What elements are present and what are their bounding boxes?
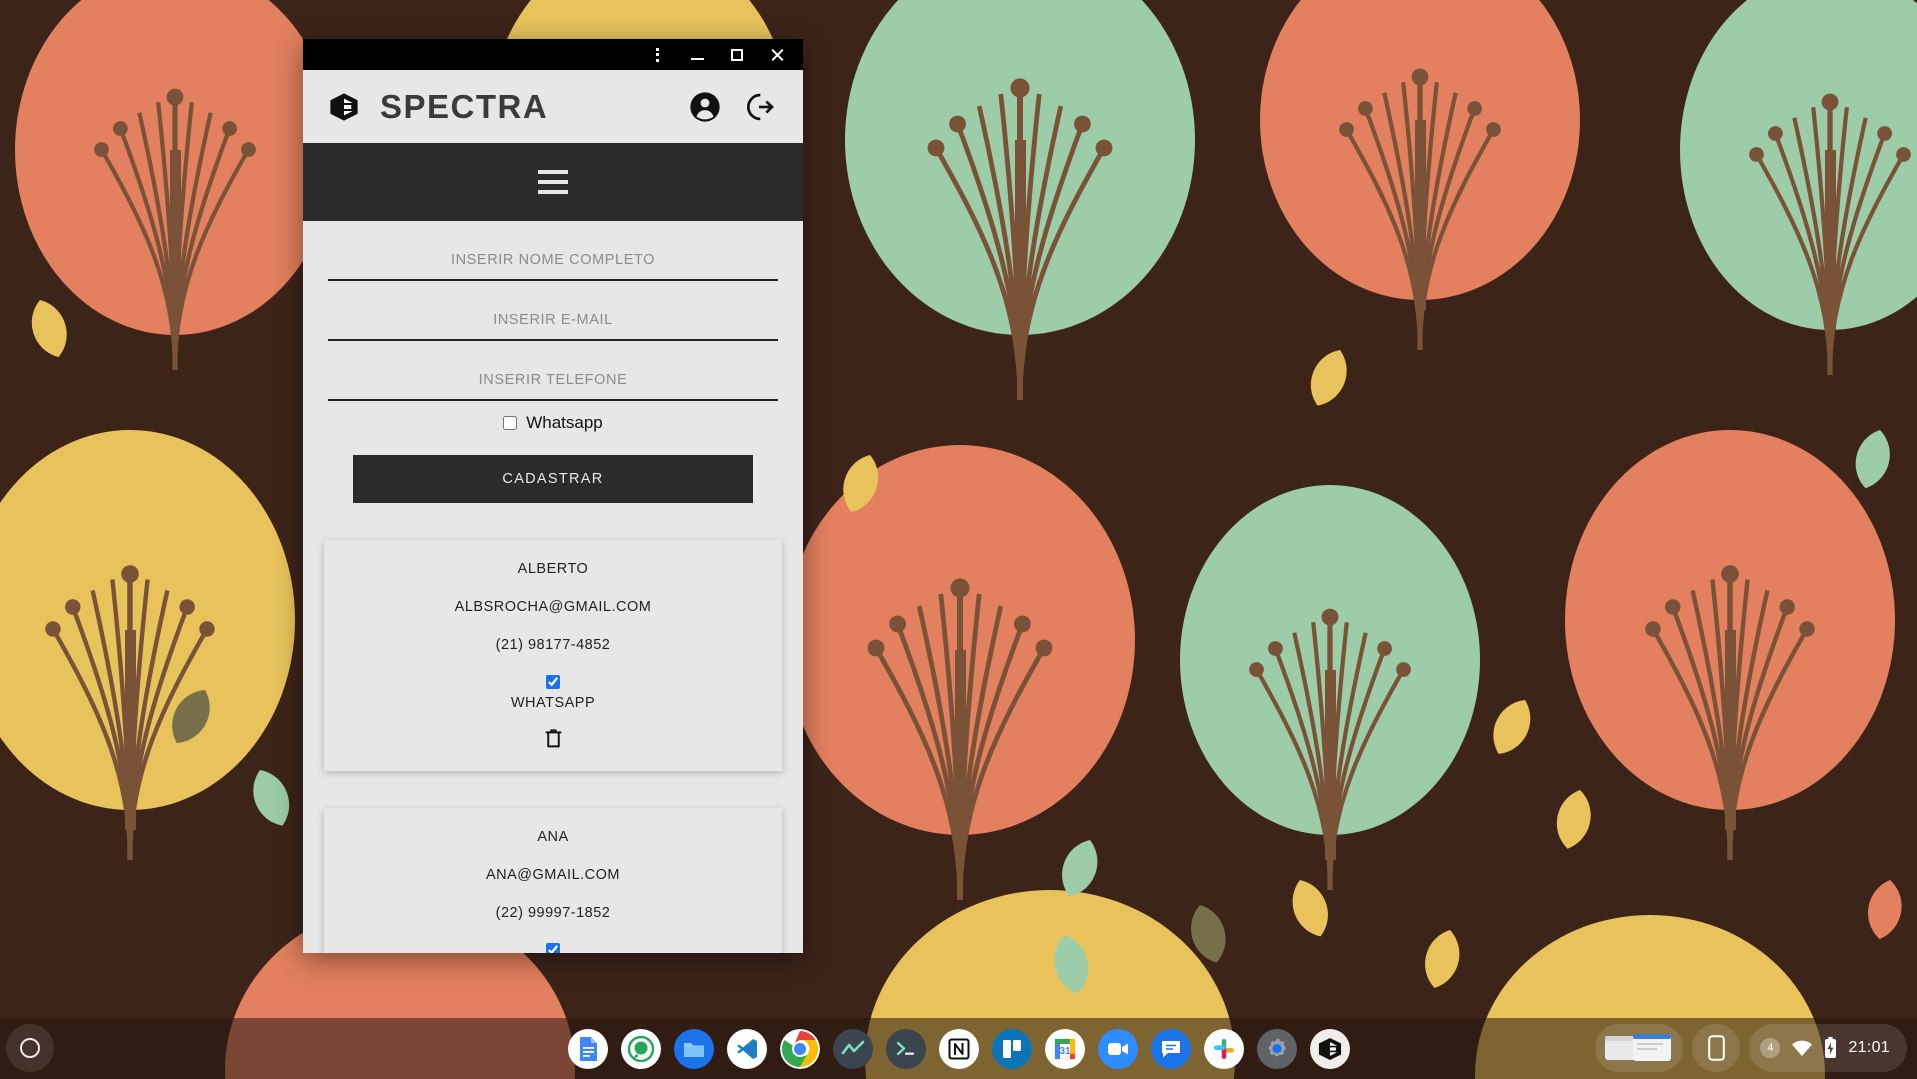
system-tray: 4 21:01	[1595, 1024, 1907, 1072]
maximize-icon	[731, 48, 743, 61]
trash-icon	[545, 729, 561, 748]
nome-input[interactable]	[328, 247, 778, 281]
taskbar-item-green-circle-app[interactable]	[620, 1028, 661, 1069]
field-nome	[328, 247, 778, 281]
contact-whatsapp-checkbox[interactable]	[546, 675, 560, 689]
contact-name: ALBERTO	[517, 561, 589, 577]
page-title: SPECTRA	[380, 87, 549, 125]
taskbar-item-chrome[interactable]	[779, 1028, 820, 1069]
notification-count-badge: 4	[1760, 1038, 1781, 1058]
hexagon-logo-icon	[1318, 1037, 1341, 1060]
window-menu-button[interactable]	[637, 39, 677, 70]
status-tray-button[interactable]: 4 21:01	[1749, 1024, 1907, 1072]
registration-form: Whatsapp CADASTRAR	[303, 221, 803, 503]
taskbar-item-analytics[interactable]	[832, 1028, 873, 1069]
green-circle-app-icon	[627, 1035, 654, 1062]
battery-charging-icon	[1825, 1037, 1837, 1058]
svg-text:31: 31	[1059, 1046, 1071, 1057]
kebab-menu-icon	[655, 47, 659, 62]
taskbar-item-spectra[interactable]	[1309, 1028, 1350, 1069]
launcher-circle-icon	[20, 1038, 40, 1058]
contact-whatsapp-checkbox[interactable]	[546, 943, 560, 953]
spectra-app-window: SPECTRA INSERIR NOME COMPLETO INSERIR E-…	[303, 39, 803, 953]
taskbar-item-settings[interactable]	[1256, 1028, 1297, 1069]
desktop-wallpaper	[0, 0, 1917, 1079]
taskbar-item-trello[interactable]	[991, 1028, 1032, 1069]
app-header: SPECTRA	[303, 70, 803, 143]
account-circle-icon[interactable]	[689, 91, 721, 123]
field-email	[328, 307, 778, 341]
chrome-icon	[779, 1028, 820, 1069]
contact-email: ALBSROCHA@GMAIL.COM	[454, 599, 652, 615]
analytics-chart-icon	[841, 1040, 864, 1054]
taskbar-item-vs-code[interactable]	[726, 1028, 767, 1069]
vs-code-icon	[736, 1038, 757, 1059]
email-input[interactable]	[328, 307, 778, 341]
minimize-icon	[690, 57, 704, 60]
contact-name: ANA	[537, 829, 569, 845]
contact-whatsapp-label: WHATSAPP	[510, 695, 596, 711]
contact-card: ANA ANA@GMAIL.COM (22) 99997-1852 WHATSA…	[324, 808, 782, 953]
taskbar-item-zoom[interactable]	[1097, 1028, 1138, 1069]
window-titlebar	[303, 39, 803, 70]
wifi-icon	[1792, 1040, 1813, 1056]
taskbar-item-google-docs[interactable]	[567, 1028, 608, 1069]
window-maximize-button[interactable]	[717, 39, 757, 70]
cadastrar-button[interactable]: CADASTRAR	[353, 455, 753, 503]
clock: 21:01	[1848, 1039, 1890, 1056]
taskbar-app-list: 31	[567, 1028, 1350, 1069]
window-previews-icon	[1605, 1034, 1672, 1061]
hexagon-logo-icon	[330, 92, 358, 121]
brand[interactable]: SPECTRA	[328, 88, 667, 126]
whatsapp-check-row: Whatsapp	[328, 413, 778, 433]
taskbar-item-terminal[interactable]	[885, 1028, 926, 1069]
hamburger-menu-icon[interactable]	[538, 170, 568, 194]
files-icon	[683, 1042, 704, 1057]
phone-hub-icon	[1708, 1035, 1725, 1061]
contact-phone: (22) 99997-1852	[495, 905, 611, 921]
taskbar-item-messages[interactable]	[1150, 1028, 1191, 1069]
whatsapp-checkbox-label[interactable]: Whatsapp	[526, 413, 603, 433]
zoom-video-icon	[1107, 1042, 1128, 1055]
gear-icon	[1268, 1038, 1286, 1056]
taskbar-item-notion[interactable]	[938, 1028, 979, 1069]
google-calendar-icon: 31	[1054, 1038, 1075, 1059]
contact-whatsapp: WHATSAPP	[324, 943, 782, 953]
field-telefone	[328, 367, 778, 401]
launcher-button[interactable]	[6, 1024, 54, 1072]
google-docs-icon	[579, 1036, 597, 1061]
logout-icon[interactable]	[743, 91, 775, 123]
contact-email: ANA@GMAIL.COM	[485, 867, 620, 883]
wallpaper-art	[0, 0, 1917, 1079]
contact-whatsapp: WHATSAPP	[324, 675, 782, 711]
contacts-list: ALBERTO ALBSROCHA@GMAIL.COM (21) 98177-4…	[303, 540, 803, 953]
window-close-button[interactable]	[757, 39, 797, 70]
messages-icon	[1161, 1040, 1180, 1057]
app-page: SPECTRA INSERIR NOME COMPLETO INSERIR E-…	[303, 70, 803, 953]
nav-menu-bar[interactable]	[303, 143, 803, 221]
window-previews-button[interactable]	[1595, 1024, 1684, 1072]
taskbar-item-slack[interactable]	[1203, 1028, 1244, 1069]
window-minimize-button[interactable]	[677, 39, 717, 70]
phone-hub-button[interactable]	[1692, 1024, 1741, 1072]
taskbar-shelf: 31 4 21:01	[0, 1018, 1917, 1079]
taskbar-item-files[interactable]	[673, 1028, 714, 1069]
contact-phone: (21) 98177-4852	[495, 637, 611, 653]
contact-card: ALBERTO ALBSROCHA@GMAIL.COM (21) 98177-4…	[324, 540, 782, 771]
notion-icon	[948, 1038, 969, 1059]
whatsapp-checkbox[interactable]	[503, 416, 518, 430]
delete-contact-button[interactable]	[537, 725, 570, 755]
telefone-input[interactable]	[328, 367, 778, 401]
terminal-icon	[896, 1041, 914, 1055]
close-icon	[770, 48, 784, 62]
taskbar-item-google-calendar[interactable]: 31	[1044, 1028, 1085, 1069]
trello-icon	[1002, 1039, 1021, 1058]
slack-icon	[1213, 1038, 1234, 1059]
